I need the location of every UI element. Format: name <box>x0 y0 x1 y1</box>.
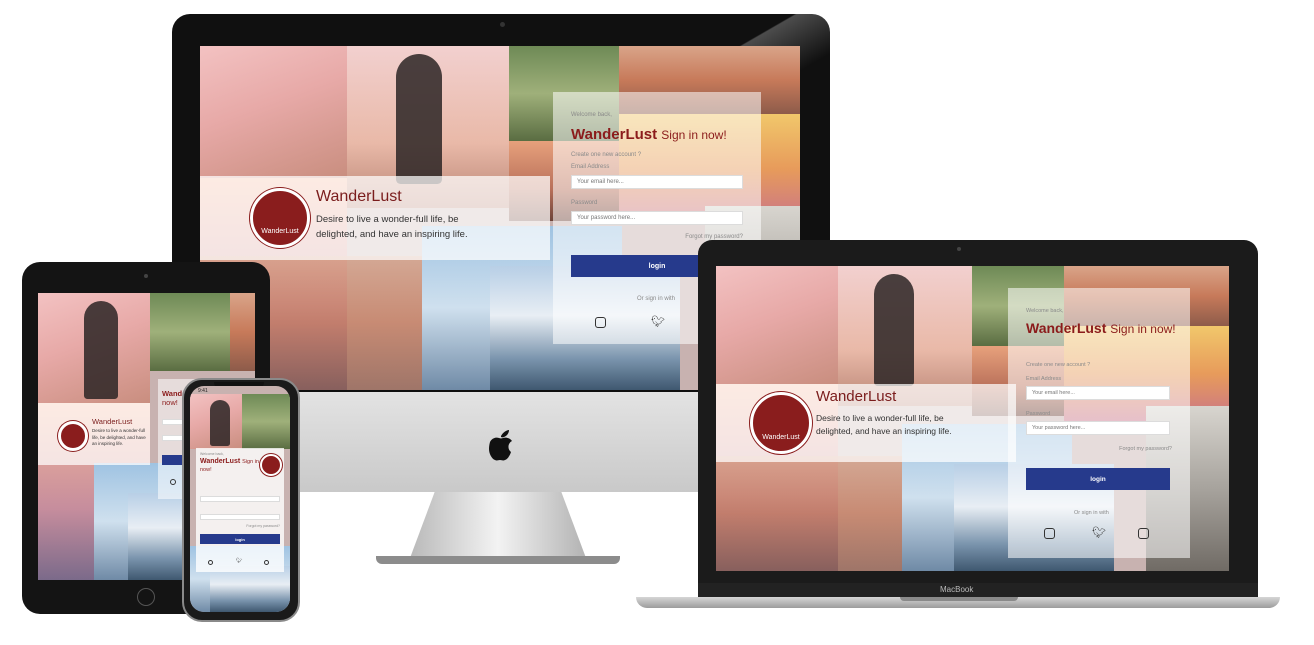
hero-title: WanderLust <box>316 188 402 205</box>
signin-heading: WanderLust Sign in now! <box>200 458 259 473</box>
login-panel: Welcome back, WanderLust Sign in now! Fo… <box>196 448 284 572</box>
hero-title: WanderLust <box>92 417 133 426</box>
hero-tagline: Desire to live a wonder-full life, be de… <box>92 428 146 446</box>
login-button[interactable]: login <box>1026 468 1170 490</box>
forgot-password-link[interactable]: Forgot my password? <box>1119 446 1172 452</box>
login-button[interactable]: login <box>200 534 280 544</box>
macbook-camera <box>957 247 961 251</box>
email-field[interactable]: Your email here... <box>571 175 743 189</box>
instagram-icon[interactable] <box>1138 528 1149 539</box>
email-label: Email Address <box>571 164 610 170</box>
instagram-icon[interactable] <box>170 479 176 485</box>
logo-text: WanderLust <box>261 228 299 235</box>
signin-heading: WanderLust Sign in now! <box>1026 320 1176 336</box>
forgot-password-link[interactable]: Forgot my password? <box>246 524 280 528</box>
instagram-icon[interactable] <box>208 560 213 565</box>
twitter-icon[interactable]: 🐦︎ <box>1092 526 1106 539</box>
hero-title: WanderLust <box>816 388 897 405</box>
signin-heading: WanderLust Sign in now! <box>571 126 727 143</box>
logo-badge <box>260 454 282 476</box>
login-panel: Welcome back, WanderLust Sign in now! Cr… <box>1008 288 1190 558</box>
hero-tagline: Desire to live a wonder-full life, be de… <box>816 413 952 436</box>
home-button[interactable] <box>137 588 155 606</box>
iphone-screen: 9:41 Welcome back, WanderLust Sign in no… <box>190 386 290 612</box>
instagram-icon[interactable] <box>264 560 269 565</box>
password-field[interactable] <box>200 514 280 520</box>
status-time: 9:41 <box>198 388 208 394</box>
welcome-text: Welcome back, <box>1026 308 1064 314</box>
apple-logo-icon <box>484 426 518 471</box>
password-field[interactable]: Your password here... <box>571 211 743 225</box>
or-sign-in-text: Or sign in with <box>1074 510 1109 516</box>
hero-tagline: Desire to live a wonder-full life, be de… <box>316 214 468 240</box>
create-account-link[interactable]: Create one new account ? <box>571 152 641 158</box>
password-field[interactable]: Your password here... <box>1026 421 1170 435</box>
macbook-label: MacBook <box>940 585 974 594</box>
macbook-screen: WanderLust WanderLust Desire to live a w… <box>716 266 1229 571</box>
welcome-text: Welcome back, <box>571 112 612 118</box>
twitter-icon[interactable]: 🐦︎ <box>651 315 665 328</box>
logo-badge <box>58 421 88 451</box>
twitter-icon[interactable]: 🐦︎ <box>236 558 242 564</box>
password-label: Password <box>571 200 598 206</box>
password-label: Password <box>1026 411 1051 417</box>
welcome-text: Welcome back, <box>200 452 224 456</box>
email-field[interactable] <box>200 496 280 502</box>
instagram-icon[interactable] <box>1044 528 1055 539</box>
imac-camera <box>500 22 505 27</box>
logo-text: WanderLust <box>762 434 800 441</box>
logo-badge: WanderLust <box>750 392 812 454</box>
or-sign-in-text: Or sign in with <box>637 296 676 302</box>
logo-badge: WanderLust <box>250 188 310 248</box>
create-account-link[interactable]: Create one new account ? <box>1026 362 1090 368</box>
email-field[interactable]: Your email here... <box>1026 386 1170 400</box>
email-label: Email Address <box>1026 376 1062 382</box>
instagram-icon[interactable] <box>595 317 606 328</box>
